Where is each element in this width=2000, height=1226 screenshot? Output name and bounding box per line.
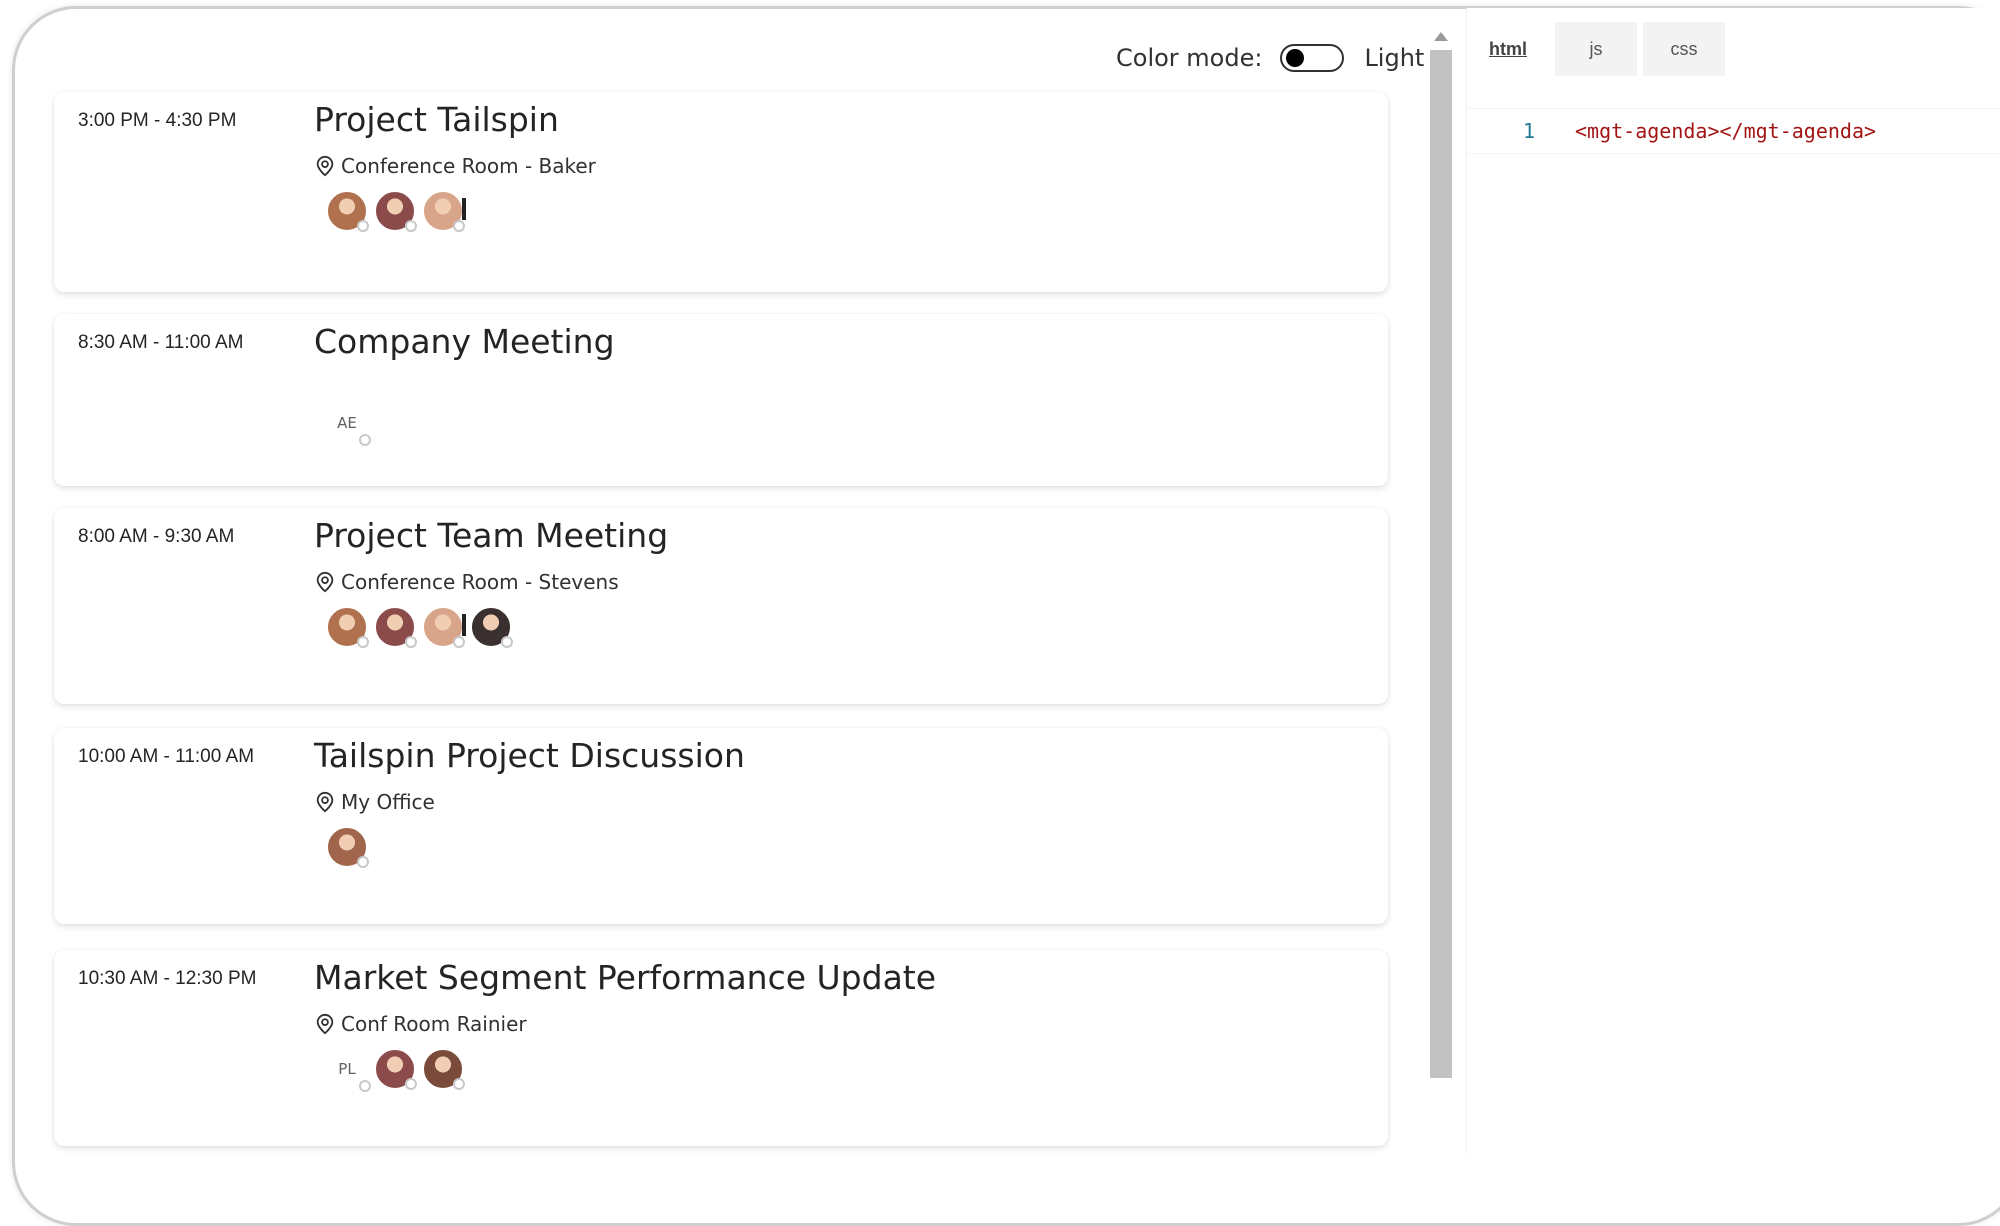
event-card[interactable]: 3:00 PM - 4:30 PM Project Tailspin Confe… xyxy=(54,92,1388,292)
location-pin-icon xyxy=(316,791,334,813)
attendee-avatar[interactable] xyxy=(326,190,369,232)
scroll-up-arrow-icon[interactable] xyxy=(1434,32,1448,41)
attendee-avatar[interactable]: AE xyxy=(326,402,371,446)
toggle-knob xyxy=(1286,49,1305,67)
event-location: Conference Room - Baker xyxy=(314,154,596,178)
presence-status-icon xyxy=(453,1078,465,1090)
attendee-avatar[interactable] xyxy=(374,606,417,648)
attendee-avatar[interactable]: PL xyxy=(326,1048,371,1092)
attendee-avatar[interactable] xyxy=(422,190,466,232)
event-attendees: PL xyxy=(326,1048,470,1092)
event-attendees xyxy=(326,606,518,648)
event-time: 3:00 PM - 4:30 PM xyxy=(78,110,237,131)
event-time: 8:00 AM - 9:30 AM xyxy=(78,526,235,547)
event-location: Conf Room Rainier xyxy=(314,1012,527,1036)
presence-status-icon xyxy=(359,434,371,446)
theme-value-label: Light xyxy=(1364,44,1425,72)
tab-html[interactable]: html xyxy=(1467,22,1549,76)
color-mode-control: Color mode: Light xyxy=(1116,30,1424,86)
event-title: Company Meeting xyxy=(314,322,615,361)
event-location-text: My Office xyxy=(341,790,435,814)
event-card[interactable]: 8:30 AM - 11:00 AM Company Meeting AE xyxy=(54,314,1388,486)
attendee-avatar[interactable] xyxy=(326,606,369,648)
event-card[interactable]: 10:00 AM - 11:00 AM Tailspin Project Dis… xyxy=(54,728,1388,924)
tab-js[interactable]: js xyxy=(1555,22,1637,76)
avatar-initials: PL xyxy=(338,1060,356,1078)
presence-status-icon xyxy=(359,1080,371,1092)
presence-status-icon xyxy=(405,1078,417,1090)
event-attendees xyxy=(326,190,470,232)
color-mode-label: Color mode: xyxy=(1116,44,1263,72)
event-title: Project Tailspin xyxy=(314,100,559,139)
event-location: My Office xyxy=(314,790,435,814)
event-attendees: AE xyxy=(326,402,374,446)
line-number: 1 xyxy=(1522,119,1535,143)
presence-status-icon xyxy=(357,636,369,648)
event-location-text: Conference Room - Baker xyxy=(341,154,596,178)
event-time: 10:30 AM - 12:30 PM xyxy=(78,968,257,989)
alert-marker-icon xyxy=(462,198,466,220)
event-card[interactable]: 8:00 AM - 9:30 AM Project Team Meeting C… xyxy=(54,508,1388,704)
attendee-avatar[interactable] xyxy=(422,606,466,648)
presence-status-icon xyxy=(501,636,513,648)
agenda-preview-pane: Color mode: Light 3:00 PM - 4:30 PM Proj… xyxy=(14,8,1444,1154)
avatar-initials: AE xyxy=(337,414,357,432)
presence-status-icon xyxy=(357,856,369,868)
attendee-avatar[interactable] xyxy=(374,190,417,232)
tab-css[interactable]: css xyxy=(1643,22,1725,76)
code-line[interactable]: 1 <mgt-agenda></mgt-agenda> xyxy=(1467,108,2000,154)
event-location: Conference Room - Stevens xyxy=(314,570,619,594)
event-time: 10:00 AM - 11:00 AM xyxy=(78,746,255,767)
presence-status-icon xyxy=(405,636,417,648)
event-title: Market Segment Performance Update xyxy=(314,958,937,997)
alert-marker-icon xyxy=(462,614,466,636)
event-location-text: Conf Room Rainier xyxy=(341,1012,527,1036)
preview-scrollbar[interactable] xyxy=(1428,10,1454,1078)
location-pin-icon xyxy=(316,571,334,593)
code-text[interactable]: <mgt-agenda></mgt-agenda> xyxy=(1575,119,1876,143)
editor-tabs: html js css xyxy=(1467,22,1731,76)
attendee-avatar[interactable] xyxy=(374,1048,417,1090)
event-time: 8:30 AM - 11:00 AM xyxy=(78,332,244,353)
presence-status-icon xyxy=(405,220,417,232)
event-location-text: Conference Room - Stevens xyxy=(341,570,619,594)
location-pin-icon xyxy=(316,155,334,177)
event-card[interactable]: 10:30 AM - 12:30 PM Market Segment Perfo… xyxy=(54,950,1388,1146)
event-attendees xyxy=(326,826,374,868)
presence-status-icon xyxy=(453,220,465,232)
theme-toggle-switch[interactable] xyxy=(1280,44,1345,72)
event-title: Project Team Meeting xyxy=(314,516,669,555)
presence-status-icon xyxy=(453,636,465,648)
code-editor-pane: html js css 1 <mgt-agenda></mgt-agenda> xyxy=(1466,8,2000,1154)
scrollbar-thumb[interactable] xyxy=(1430,50,1452,1078)
event-title: Tailspin Project Discussion xyxy=(314,736,745,775)
attendee-avatar[interactable] xyxy=(422,1048,465,1090)
attendee-avatar[interactable] xyxy=(326,826,369,868)
attendee-avatar[interactable] xyxy=(470,606,513,648)
presence-status-icon xyxy=(357,220,369,232)
location-pin-icon xyxy=(316,1013,334,1035)
